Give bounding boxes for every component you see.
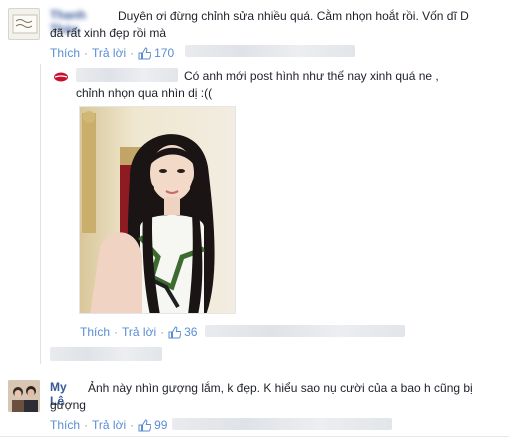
avatar[interactable] — [8, 8, 40, 40]
blurred-redacted-text — [172, 418, 392, 430]
reply-link[interactable]: Trả lời — [122, 325, 156, 339]
comment-actions: Thích · Trả lời · 99 — [50, 418, 168, 432]
comment-text: Có anh mới post hình như thế nay xinh qu… — [184, 69, 439, 83]
redacted-author-name[interactable] — [76, 68, 178, 82]
thumbs-up-icon[interactable] — [138, 46, 152, 60]
blurred-redacted-text — [50, 347, 162, 361]
divider — [0, 436, 509, 437]
blurred-redacted-text — [185, 45, 355, 57]
reply-thread-line — [40, 64, 41, 364]
like-count[interactable]: 170 — [154, 46, 174, 60]
comment-text-cont: gượng — [50, 398, 86, 412]
comment-text-cont: đã rất xinh đẹp rồi mà — [50, 26, 167, 40]
avatar[interactable] — [52, 68, 70, 86]
comment-actions: Thích · Trả lời · 36 — [80, 325, 198, 339]
comment-text: Duyên ơi đừng chỉnh sửa nhiều quá. Cằm n… — [118, 9, 469, 23]
like-link[interactable]: Thích — [80, 325, 110, 339]
avatar[interactable] — [8, 380, 40, 412]
like-count[interactable]: 36 — [184, 325, 197, 339]
thumbs-up-icon[interactable] — [138, 418, 152, 432]
thumbs-up-icon[interactable] — [168, 325, 182, 339]
comment-author[interactable]: Thanh Thảo — [50, 8, 116, 36]
reply-link[interactable]: Trả lời — [92, 418, 126, 432]
comment-text-cont: chỉnh nhọn qua nhìn dị :(( — [76, 86, 213, 100]
reply-link[interactable]: Trả lời — [92, 46, 126, 60]
like-count[interactable]: 99 — [154, 418, 167, 432]
comment-text: Ảnh này nhìn gượng lắm, k đẹp. K hiểu sa… — [88, 381, 473, 395]
portrait-image — [80, 107, 235, 313]
attached-photo[interactable] — [79, 106, 236, 314]
blurred-redacted-text — [205, 325, 405, 337]
like-link[interactable]: Thích — [50, 46, 80, 60]
comment-actions: Thích · Trả lời · 170 — [50, 46, 175, 60]
like-link[interactable]: Thích — [50, 418, 80, 432]
